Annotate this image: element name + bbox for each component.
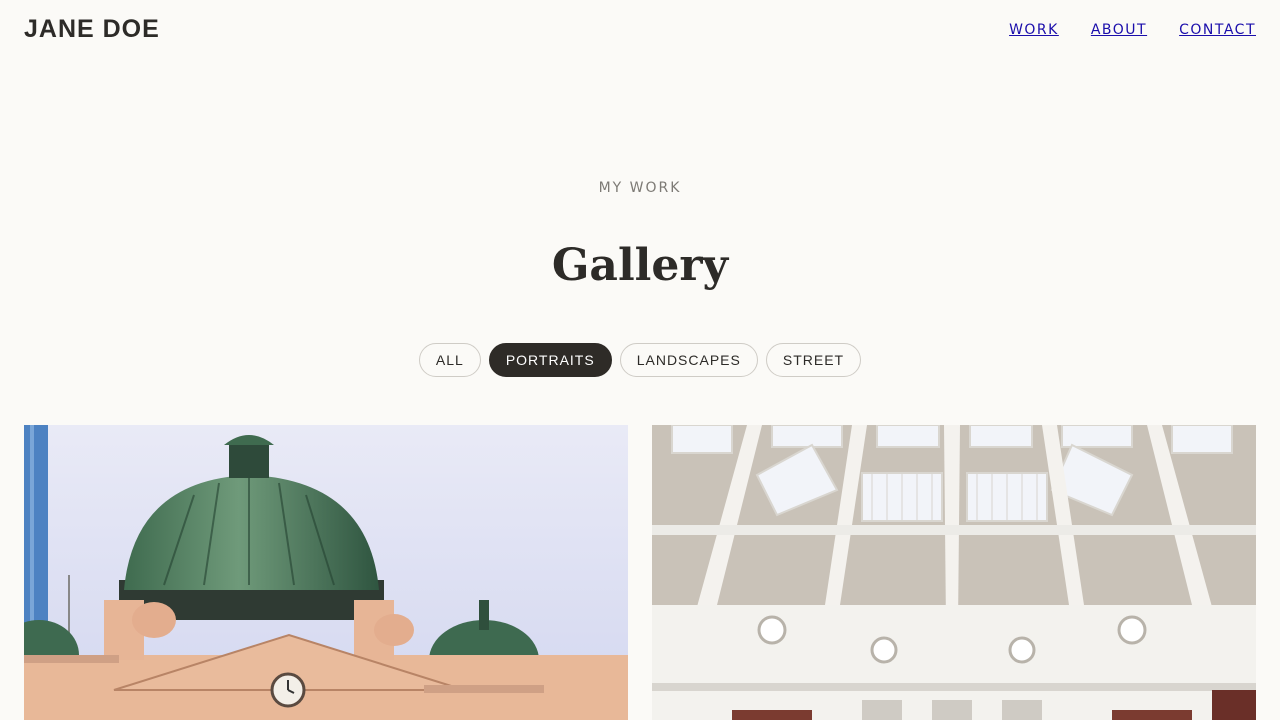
nav-link-about[interactable]: ABOUT: [1091, 22, 1147, 38]
filter-landscapes[interactable]: LANDSCAPES: [619, 343, 758, 377]
page-title: Gallery: [551, 240, 729, 291]
category-filters: ALL PORTRAITS LANDSCAPES STREET: [0, 343, 1280, 377]
nav-link-contact[interactable]: CONTACT: [1179, 22, 1256, 38]
domed-station-building-photo: [24, 425, 628, 720]
library-dome-interior-photo: [652, 425, 1256, 720]
section-eyebrow: MY WORK: [598, 180, 682, 196]
filter-street[interactable]: STREET: [765, 343, 862, 377]
filter-all[interactable]: ALL: [418, 343, 481, 377]
gallery-photo[interactable]: [652, 425, 1256, 720]
site-header: JANE DOE WORK ABOUT CONTACT: [0, 0, 1280, 62]
nav-link-work[interactable]: WORK: [1009, 22, 1059, 38]
gallery-grid: [24, 425, 1256, 720]
main-nav: WORK ABOUT CONTACT: [1009, 22, 1256, 38]
filter-portraits[interactable]: PORTRAITS: [488, 343, 612, 377]
gallery-photo[interactable]: [24, 425, 628, 720]
site-logo[interactable]: JANE DOE: [24, 15, 160, 44]
